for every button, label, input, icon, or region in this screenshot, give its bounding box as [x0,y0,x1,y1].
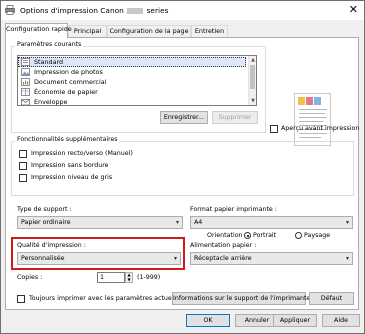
preview-text-line [299,137,321,138]
close-icon[interactable]: ✕ [349,3,358,17]
landscape-radio[interactable] [295,232,302,239]
preview-photo-block [314,97,321,105]
always-print-checkbox[interactable] [17,295,25,303]
copies-range: (1-999) [137,274,161,281]
model-name-redacted [127,8,144,14]
paper-source-label: Alimentation papier : [190,242,257,249]
list-item-label: Standard [34,58,64,66]
borderless-checkbox[interactable] [19,162,27,170]
print-options-window: Options d'impression Canon series ✕ Conf… [0,0,365,334]
grayscale-checkbox[interactable] [19,174,27,182]
borderless-label: Impression sans bordure [31,162,109,169]
list-item-business-document[interactable]: Document commercial [18,77,246,87]
paper-preview-image [294,93,331,146]
paper-size-value: A4 [194,219,203,226]
save-button[interactable]: Enregistrer... [160,111,208,124]
scroll-up-icon[interactable]: ▲ [249,56,256,64]
commonly-used-settings-label: Paramètres courants [15,41,84,48]
scroll-down-icon[interactable]: ▼ [249,97,256,105]
tab-maintenance[interactable]: Entretien [191,25,228,37]
duplex-checkbox[interactable] [19,150,27,158]
help-button[interactable]: Aide [322,314,360,327]
additional-features-label: Fonctionnalités supplémentaires [15,136,120,143]
preview-photo-block [306,97,313,105]
print-quality-label: Qualité d'impression : [17,242,86,249]
standard-icon [21,58,30,66]
settings-listbox-scrollbar[interactable]: ▲ ▼ [248,56,256,105]
business-document-icon [21,78,30,86]
print-quality-value: Personnalisée [21,255,65,262]
duplex-label: Impression recto/verso (Manuel) [31,150,133,157]
copies-input[interactable]: 1 [97,272,125,283]
chevron-down-icon: ▾ [175,219,179,226]
list-item-photo-printing[interactable]: Impression de photos [18,67,246,77]
preview-text-line [299,109,327,110]
media-info-button[interactable]: Informations sur le support de l'imprima… [172,292,316,305]
paper-source-select[interactable]: Réceptacle arrière ▾ [190,252,353,265]
always-print-label: Toujours imprimer avec les paramètres ac… [29,295,177,302]
chevron-down-icon: ▾ [345,255,349,262]
photo-icon [21,68,30,76]
list-item-paper-saving[interactable]: Économie de papier [18,87,246,97]
print-quality-select[interactable]: Personnalisée ▾ [17,252,181,265]
stepper-down-icon[interactable]: ▼ [126,278,132,282]
title-bar: Options d'impression Canon series ✕ [1,1,364,20]
window-title-prefix: Options d'impression Canon [20,6,124,15]
window-title: Options d'impression Canon series [20,6,168,15]
preview-photo-block [298,97,305,105]
preview-text-line [299,117,327,118]
list-item-label: Économie de papier [34,88,98,96]
paper-size-label: Format papier imprimante : [190,206,277,213]
chevron-down-icon: ▾ [173,255,177,262]
preview-text-line [299,121,323,122]
list-item-label: Document commercial [34,78,107,86]
envelope-icon [21,99,30,105]
media-type-value: Papier ordinaire [21,219,71,226]
orientation-label: Orientation : [207,232,247,239]
grayscale-label: Impression niveau de gris [31,174,113,181]
preview-text-line [299,133,327,134]
printer-icon [5,5,15,15]
apply-button[interactable]: Appliquer [273,314,317,327]
default-button[interactable]: Défaut [309,292,354,305]
paper-source-value: Réceptacle arrière [194,255,252,262]
media-type-select[interactable]: Papier ordinaire ▾ [17,216,183,229]
copies-stepper[interactable]: ▲ ▼ [125,272,133,283]
scrollbar-thumb[interactable] [250,65,255,89]
copies-label: Copies : [17,274,43,281]
tab-quick-setup[interactable]: Configuration rapide [5,23,72,38]
print-preview-label: Aperçu avant impression [281,125,360,132]
paper-size-select[interactable]: A4 ▾ [190,216,353,229]
list-item-envelope[interactable]: Enveloppe [18,97,246,106]
portrait-label: Portrait [253,232,277,239]
media-type-label: Type de support : [17,206,72,213]
paper-saving-icon [21,88,30,96]
tab-main[interactable]: Principal [68,25,107,37]
window-title-suffix: series [146,6,169,15]
list-item-label: Impression de photos [34,68,103,76]
preview-text-line [299,113,325,114]
settings-listbox[interactable]: Standard Impression de photos Document c… [17,55,257,106]
delete-button[interactable]: Supprimer [212,111,258,124]
ok-button[interactable]: OK [186,314,230,327]
chevron-down-icon: ▾ [345,219,349,226]
landscape-label: Paysage [304,232,331,239]
tab-page-setup[interactable]: Configuration de la page [107,25,191,37]
list-item-standard[interactable]: Standard [18,57,246,67]
portrait-radio[interactable] [244,232,251,239]
print-preview-checkbox[interactable] [270,125,278,133]
list-item-label: Enveloppe [34,98,68,106]
quick-setup-panel: Paramètres courants Standard Impression … [5,37,359,310]
